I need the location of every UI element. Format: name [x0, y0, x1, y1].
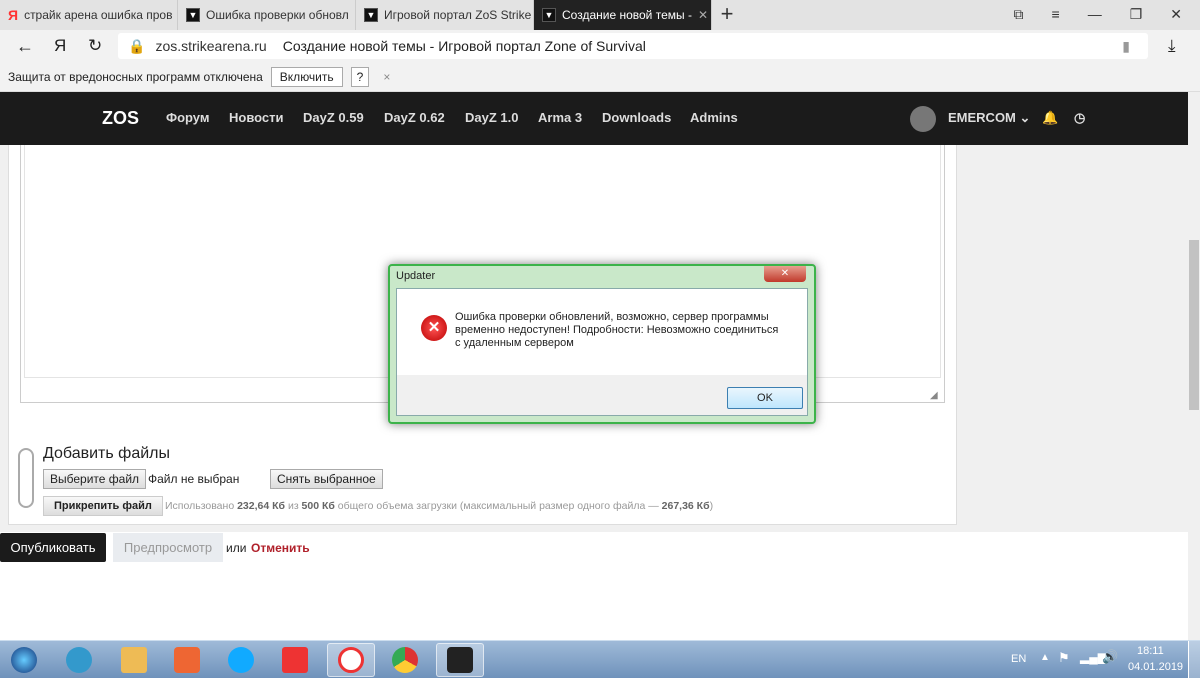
- close-window-icon[interactable]: ✕: [1170, 6, 1182, 23]
- dialog-title: Updater: [396, 270, 436, 282]
- yandex-icon[interactable]: [271, 643, 319, 677]
- nav-news[interactable]: Новости: [229, 110, 284, 125]
- back-icon[interactable]: ←: [16, 36, 34, 57]
- yandex-browser-icon[interactable]: [327, 643, 375, 677]
- clock-date[interactable]: 04.01.2019: [1128, 661, 1183, 673]
- minimize-icon[interactable]: —: [1088, 6, 1102, 23]
- infobar-text: Защита от вредоносных программ отключена: [8, 69, 263, 84]
- tab-title: Ошибка проверки обновл: [206, 8, 349, 22]
- url-field[interactable]: 🔒 zos.strikearena.ru Создание новой темы…: [118, 33, 1148, 59]
- url-page-title: Создание новой темы - Игровой портал Zon…: [282, 38, 646, 54]
- nav-arma3[interactable]: Arma 3: [538, 110, 582, 125]
- upload-usage-text: Использовано 232,64 Кб из 500 Кб общего …: [165, 500, 714, 512]
- nav-downloads[interactable]: Downloads: [602, 110, 671, 125]
- bookmark-manager-icon[interactable]: ⧉: [1014, 6, 1024, 23]
- clock-time[interactable]: 18:11: [1137, 645, 1164, 657]
- cancel-link[interactable]: Отменить: [251, 541, 310, 555]
- restore-icon[interactable]: ❐: [1130, 6, 1143, 23]
- choose-file-button[interactable]: Выберите файл: [43, 469, 147, 489]
- zos-icon: ▼: [186, 8, 200, 22]
- zos-icon: ▼: [542, 8, 556, 22]
- yandex-icon: Я: [8, 7, 19, 23]
- no-file-text: Файл не выбран: [148, 472, 240, 486]
- tab-2[interactable]: ▼ Игровой портал ZoS Strike: [356, 0, 534, 30]
- zos-icon: ▼: [364, 8, 378, 22]
- close-infobar-icon[interactable]: ×: [383, 70, 390, 84]
- updater-app-icon[interactable]: [436, 643, 484, 677]
- bell-icon[interactable]: 🔔: [1042, 110, 1058, 126]
- nav-admins[interactable]: Admins: [690, 110, 738, 125]
- yandex-home-icon[interactable]: Я: [54, 36, 66, 56]
- scrollbar-thumb[interactable]: [1189, 240, 1199, 410]
- username: EMERCOM: [948, 110, 1016, 125]
- paperclip-icon: [18, 448, 34, 508]
- or-text: или: [226, 541, 247, 555]
- ie-icon[interactable]: [55, 643, 103, 677]
- explorer-icon[interactable]: [110, 643, 158, 677]
- clear-selection-button[interactable]: Снять выбранное: [270, 469, 383, 489]
- tab-bar: Ястрайк арена ошибка пров ▼ Ошибка провер…: [0, 0, 1200, 30]
- enable-protection-button[interactable]: Включить: [270, 66, 343, 87]
- nav-dayz10[interactable]: DayZ 1.0: [465, 110, 518, 125]
- updater-dialog: Updater ✕ ✕ Ошибка проверки обновлений, …: [388, 264, 816, 424]
- reload-icon[interactable]: ↻: [88, 36, 102, 56]
- action-center-flag-icon[interactable]: ⚑: [1058, 650, 1070, 666]
- resize-handle-icon[interactable]: ◢: [930, 390, 938, 401]
- bookmark-icon[interactable]: ▮: [1122, 38, 1130, 55]
- tab-3[interactable]: ▼ Создание новой темы - ✕: [534, 0, 712, 30]
- dialog-message: Ошибка проверки обновлений, возможно, се…: [455, 311, 779, 349]
- tab-title: Игровой портал ZoS Strike: [384, 8, 532, 22]
- download-icon[interactable]: ⤓: [1168, 36, 1176, 56]
- avatar[interactable]: [910, 106, 936, 132]
- site-nav: ZOS Форум Новости DayZ 0.59 DayZ 0.62 Da…: [0, 92, 1188, 145]
- show-desktop-button[interactable]: [1188, 641, 1200, 679]
- nav-forum[interactable]: Форум: [166, 110, 209, 125]
- language-indicator[interactable]: EN: [1011, 653, 1026, 665]
- attach-title: Добавить файлы: [43, 445, 170, 462]
- taskbar: EN ▲ ⚑ ▂▄▆ 🔊 18:11 04.01.2019: [0, 640, 1200, 679]
- tab-title: страйк арена ошибка пров: [24, 8, 173, 22]
- tab-title: Создание новой темы -: [562, 8, 692, 22]
- menu-icon[interactable]: ≡: [1052, 6, 1060, 23]
- new-tab-button[interactable]: +: [712, 0, 742, 30]
- help-button[interactable]: ?: [350, 66, 370, 87]
- tray-expand-icon[interactable]: ▲: [1040, 652, 1050, 663]
- media-player-icon[interactable]: [163, 643, 211, 677]
- publish-button[interactable]: Опубликовать: [0, 533, 106, 562]
- lock-icon: 🔒: [128, 37, 146, 54]
- infobar: Защита от вредоносных программ отключена…: [0, 62, 1200, 92]
- nav-dayz062[interactable]: DayZ 0.62: [384, 110, 445, 125]
- skype-icon[interactable]: [217, 643, 265, 677]
- ok-button[interactable]: OK: [727, 387, 803, 409]
- preview-button[interactable]: Предпросмотр: [113, 533, 223, 562]
- tab-1[interactable]: ▼ Ошибка проверки обновл: [178, 0, 356, 30]
- tab-0[interactable]: Ястрайк арена ошибка пров: [0, 0, 178, 30]
- volume-icon[interactable]: 🔊: [1102, 649, 1118, 665]
- close-tab-icon[interactable]: ✕: [698, 8, 708, 22]
- url-domain: zos.strikearena.ru: [155, 38, 267, 54]
- clock-icon[interactable]: ◷: [1074, 110, 1085, 126]
- attach-file-button[interactable]: Прикрепить файл: [43, 496, 163, 516]
- nav-dayz059[interactable]: DayZ 0.59: [303, 110, 364, 125]
- site-logo[interactable]: ZOS: [102, 108, 139, 129]
- dialog-close-button[interactable]: ✕: [764, 266, 806, 282]
- error-icon: ✕: [421, 315, 447, 341]
- address-bar: ← Я ↻ 🔒 zos.strikearena.ru Создание ново…: [0, 30, 1200, 62]
- user-menu[interactable]: EMERCOM ⌄: [948, 110, 1030, 126]
- start-button[interactable]: [0, 643, 48, 677]
- chrome-icon[interactable]: [381, 643, 429, 677]
